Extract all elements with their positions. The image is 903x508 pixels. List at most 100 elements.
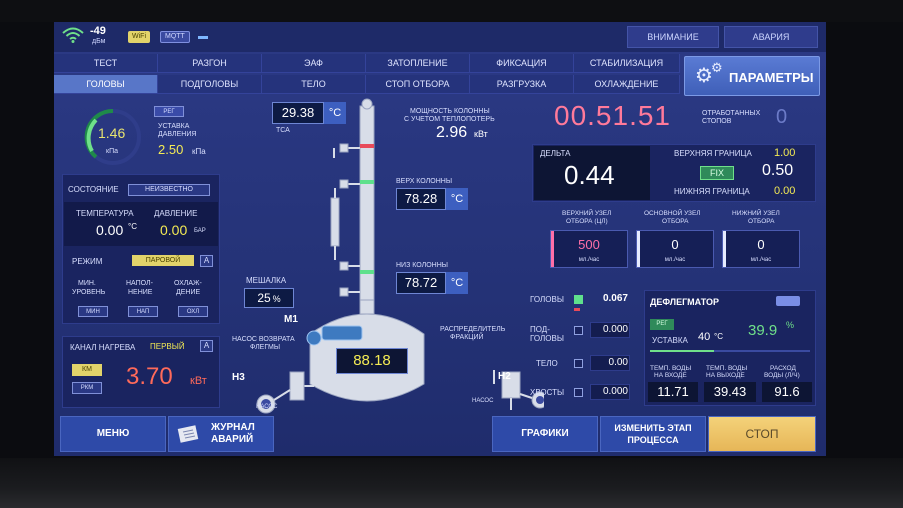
heat-power-unit: кВт bbox=[190, 375, 207, 387]
tsa-unit: °C bbox=[324, 102, 346, 124]
mixer-value: 25% bbox=[244, 288, 294, 308]
filling-button[interactable]: НАП bbox=[128, 306, 158, 317]
product-golovy-label: ГОЛОВЫ bbox=[530, 295, 564, 304]
product-podgolovy-label-2: ГОЛОВЫ bbox=[530, 334, 564, 343]
column-top-unit: °C bbox=[446, 188, 468, 210]
min-level-button[interactable]: МИН bbox=[78, 306, 108, 317]
menu-button[interactable]: МЕНЮ bbox=[60, 416, 166, 452]
pressure-unit: кПа bbox=[106, 148, 118, 155]
tab-test[interactable]: ТЕСТ bbox=[54, 54, 158, 73]
power-label-2: С УЧЕТОМ ТЕПЛОПОТЕРЬ bbox=[404, 116, 495, 123]
parameters-button[interactable]: ⚙ ⚙ ПАРАМЕТРЫ bbox=[684, 56, 820, 96]
water-out-value: 39.43 bbox=[704, 382, 756, 402]
node-upper-box[interactable]: 500 мл./час bbox=[550, 230, 628, 268]
temperature-unit: °C bbox=[128, 222, 137, 231]
temperature-value: 0.00 bbox=[96, 222, 124, 238]
power-unit: кВт bbox=[474, 129, 488, 139]
tab-golovy[interactable]: ГОЛОВЫ bbox=[54, 75, 158, 94]
node-upper-label-2: ОТБОРА (ЦЛ) bbox=[566, 218, 608, 225]
fix-button[interactable]: FIX bbox=[700, 166, 734, 180]
cooling-button[interactable]: ОХЛ bbox=[178, 306, 208, 317]
warning-button[interactable]: ВНИМАНИЕ bbox=[627, 26, 719, 48]
deflegmator-percent-unit: % bbox=[786, 320, 795, 330]
change-stage-label-1: ИЗМЕНИТЬ ЭТАП bbox=[614, 423, 692, 433]
water-flow-value: 91.6 bbox=[762, 382, 812, 402]
product-golovy-checkbox[interactable] bbox=[574, 295, 583, 304]
deflegmator-toggle[interactable] bbox=[776, 296, 800, 306]
press-value: 0.00 bbox=[160, 222, 188, 238]
alarm-journal-button[interactable]: ЖУРНАЛ АВАРИЙ bbox=[168, 416, 274, 452]
tab-okhlazhdenie[interactable]: ОХЛАЖДЕНИЕ bbox=[574, 75, 680, 94]
deflegmator-setpoint-value: 40 bbox=[698, 331, 711, 343]
tab-razgon[interactable]: РАЗГОН bbox=[158, 54, 262, 73]
stops-label-2: СТОПОВ bbox=[702, 118, 732, 125]
node-main-label-1: ОСНОВНОЙ УЗЕЛ bbox=[644, 210, 701, 217]
product-telo-label: ТЕЛО bbox=[536, 359, 558, 368]
water-out-label-2: НА ВЫХОДЕ bbox=[706, 372, 745, 379]
deflegmator-reg-button[interactable]: РЕГ bbox=[650, 319, 674, 330]
product-golovy-value: 0.067 bbox=[602, 293, 628, 304]
pressure-reg-button[interactable]: РЕГ bbox=[154, 106, 184, 117]
journal-label-1: ЖУРНАЛ bbox=[211, 422, 255, 433]
deflegmator-title: ДЕФЛЕГМАТОР bbox=[650, 297, 719, 307]
distributor-label-1: РАСПРЕДЕЛИТЕЛЬ bbox=[440, 326, 506, 333]
mode-value[interactable]: ПАРОВОЙ bbox=[132, 255, 194, 266]
state-value: НЕИЗВЕСТНО bbox=[128, 184, 210, 196]
deflegmator-percent-value: 39.9 bbox=[748, 322, 778, 339]
mqtt-chip: MQTT bbox=[160, 31, 190, 43]
water-out-label-1: ТЕМП. ВОДЫ bbox=[706, 365, 748, 372]
lower-bound-value: 0.00 bbox=[774, 185, 796, 197]
alarm-button[interactable]: АВАРИЯ bbox=[724, 26, 818, 48]
wifi-chip: WiFi bbox=[128, 31, 150, 43]
water-in-value: 11.71 bbox=[648, 382, 698, 402]
process-timer: 00.51.51 bbox=[554, 100, 671, 131]
change-stage-button[interactable]: ИЗМЕНИТЬ ЭТАП ПРОЦЕССА bbox=[600, 416, 706, 452]
node-upper-value: 500 bbox=[578, 237, 600, 252]
node-main-value: 0 bbox=[671, 237, 679, 252]
tab-stabilizatsiya[interactable]: СТАБИЛИЗАЦИЯ bbox=[574, 54, 680, 73]
node-lower-unit: мл./час bbox=[750, 257, 772, 263]
heat-channel-value: ПЕРВЫЙ bbox=[150, 342, 185, 351]
stops-value: 0 bbox=[776, 106, 788, 128]
column-top-value: 78.28 bbox=[396, 188, 446, 210]
min-level-label-1: МИН. bbox=[78, 280, 96, 287]
lower-bound-label: НИЖНЯЯ ГРАНИЦА bbox=[674, 187, 750, 196]
wifi-icon bbox=[62, 27, 84, 43]
journal-icon bbox=[177, 425, 199, 443]
tab-razgruzka[interactable]: РАЗГРУЗКА bbox=[470, 75, 574, 94]
tab-podgolovy[interactable]: ПОДГОЛОВЫ bbox=[158, 75, 262, 94]
signal-strength-unit: дБм bbox=[92, 38, 106, 45]
journal-label-2: АВАРИЙ bbox=[211, 434, 254, 445]
km-button[interactable]: КМ bbox=[72, 364, 102, 376]
heat-auto-button[interactable]: A bbox=[200, 340, 213, 352]
deflegmator-level-fill bbox=[650, 350, 714, 352]
change-stage-label-2: ПРОЦЕССА bbox=[627, 435, 679, 445]
tab-eaf[interactable]: ЭАФ bbox=[262, 54, 366, 73]
tsa-value: 29.38 bbox=[272, 102, 324, 124]
node-lower-box[interactable]: 0 мл./час bbox=[722, 230, 800, 268]
tab-zatoplenie[interactable]: ЗАТОПЛЕНИЕ bbox=[366, 54, 470, 73]
water-in-label-1: ТЕМП. ВОДЫ bbox=[650, 365, 692, 372]
hmi-screen: -49 дБм WiFi MQTT ВНИМАНИЕ АВАРИЯ ТЕСТ Р… bbox=[54, 22, 826, 456]
product-telo-checkbox[interactable] bbox=[574, 359, 583, 368]
deflegmator-setpoint-label: УСТАВКА bbox=[652, 336, 688, 345]
rkm-button[interactable]: РКМ bbox=[72, 382, 102, 394]
node-upper-unit: мл./час bbox=[578, 257, 600, 263]
node-main-box[interactable]: 0 мл./час bbox=[636, 230, 714, 268]
tab-stop-otbora[interactable]: СТОП ОТБОРА bbox=[366, 75, 470, 94]
graphs-button[interactable]: ГРАФИКИ bbox=[492, 416, 598, 452]
tab-fiksatsiya[interactable]: ФИКСАЦИЯ bbox=[470, 54, 574, 73]
min-level-label-2: УРОВЕНЬ bbox=[72, 289, 106, 296]
product-podgolovy-checkbox[interactable] bbox=[574, 326, 583, 335]
distributor-label-2: ФРАКЦИЙ bbox=[450, 334, 484, 341]
stop-button[interactable]: СТОП bbox=[708, 416, 816, 452]
mode-label: РЕЖИМ bbox=[72, 257, 103, 266]
product-podgolovy-value: 0.000 bbox=[602, 324, 628, 335]
link-indicator bbox=[198, 36, 208, 39]
power-label-1: МОЩНОСТЬ КОЛОННЫ bbox=[410, 108, 490, 115]
pressure-setpoint-unit: кПа bbox=[192, 147, 206, 156]
mode-auto-button[interactable]: A bbox=[200, 255, 213, 267]
product-khvosty-checkbox[interactable] bbox=[574, 388, 583, 397]
tab-telo[interactable]: ТЕЛО bbox=[262, 75, 366, 94]
node-lower-value: 0 bbox=[757, 237, 765, 252]
